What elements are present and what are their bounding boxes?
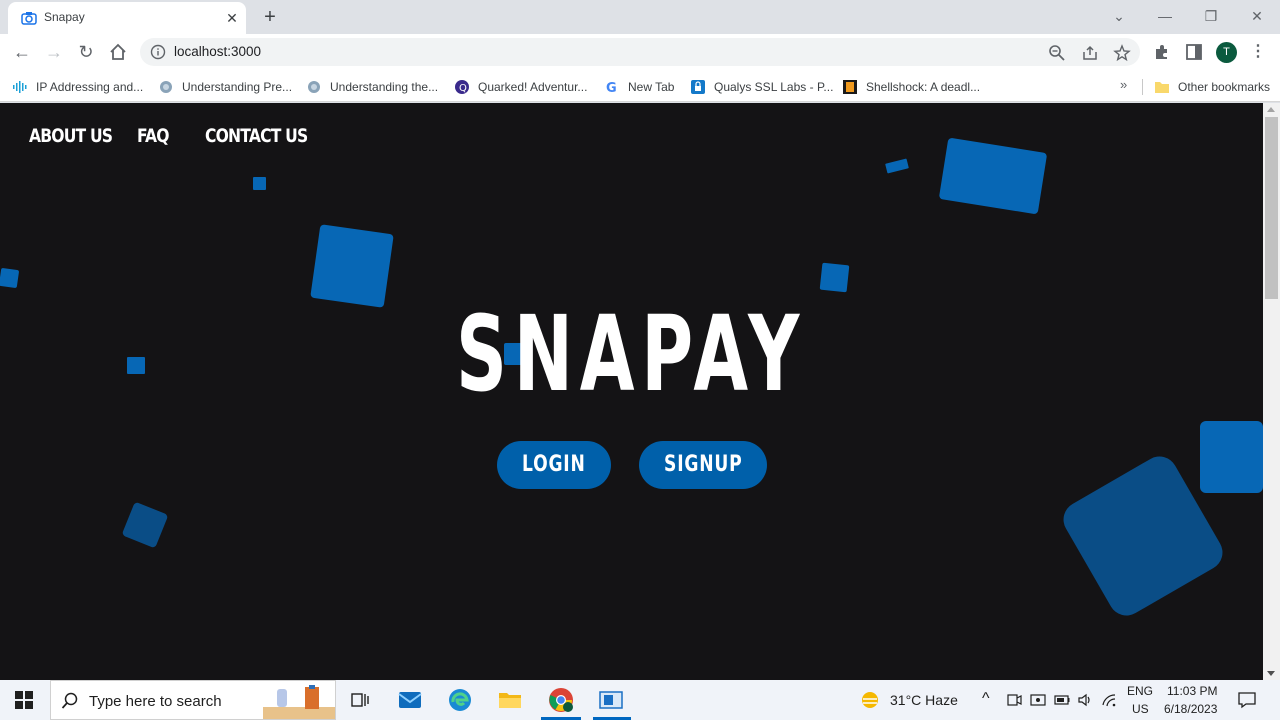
address-bar[interactable]: localhost:3000 — [140, 38, 1140, 66]
notifications-icon[interactable] — [1238, 691, 1256, 709]
minimize-icon[interactable]: — — [1150, 4, 1180, 28]
tab-title: Snapay — [44, 10, 85, 24]
chrome-icon[interactable] — [537, 680, 585, 720]
device-icon[interactable] — [1030, 692, 1046, 708]
nav-contact-us[interactable]: CONTACT US — [205, 125, 308, 147]
bookmark-item[interactable]: Understanding Pre... — [158, 76, 292, 98]
tab-strip: Snapay ✕ + ⌄ — ❐ ✕ — [0, 0, 1280, 34]
nav-about-us[interactable]: ABOUT US — [29, 125, 113, 147]
haze-weather-icon — [862, 692, 878, 708]
bookmark-item[interactable]: G New Tab — [604, 76, 674, 98]
svg-text:G: G — [606, 81, 617, 95]
side-panel-icon[interactable] — [1184, 42, 1204, 62]
scroll-thumb[interactable] — [1265, 117, 1278, 299]
close-tab-icon[interactable]: ✕ — [222, 8, 242, 28]
windows-logo-icon — [15, 691, 33, 709]
battery-icon[interactable] — [1054, 692, 1070, 708]
language-indicator[interactable]: ENG — [1127, 684, 1153, 698]
cisco-icon — [13, 81, 27, 93]
decor-square — [938, 137, 1048, 215]
taskbar-search[interactable]: Type here to search — [50, 680, 336, 720]
nav-faq[interactable]: FAQ — [137, 125, 170, 147]
start-button[interactable] — [0, 680, 48, 720]
page-viewport: ABOUT US FAQ CONTACT US SNAPAY LOGIN SIG… — [0, 103, 1263, 680]
edge-icon[interactable] — [436, 680, 484, 720]
scroll-down-icon[interactable] — [1267, 671, 1275, 676]
search-icon — [61, 692, 78, 709]
meet-icon[interactable] — [1006, 692, 1022, 708]
bookmark-item[interactable]: Qualys SSL Labs - P... — [690, 76, 833, 98]
file-explorer-icon[interactable] — [486, 680, 534, 720]
site-icon — [160, 81, 172, 93]
folder-icon — [1155, 82, 1169, 93]
more-menu-icon[interactable]: ⋮ — [1250, 42, 1266, 62]
signup-label: SIGNUP — [663, 452, 743, 477]
decor-square — [127, 357, 145, 374]
camera-icon — [21, 12, 37, 25]
extensions-icon[interactable] — [1152, 42, 1172, 62]
profile-avatar[interactable]: T — [1216, 42, 1237, 63]
search-highlight-icon — [263, 685, 335, 719]
bookmark-star-icon[interactable] — [1113, 44, 1131, 62]
clock-date[interactable]: 6/18/2023 — [1164, 702, 1217, 716]
bookmark-item[interactable]: Q Quarked! Adventur... — [454, 76, 587, 98]
clock-time[interactable]: 11:03 PM — [1167, 684, 1217, 698]
home-icon[interactable] — [108, 42, 128, 62]
lock-icon — [691, 80, 705, 94]
wifi-icon[interactable] — [1101, 692, 1117, 708]
app-window-icon[interactable] — [587, 680, 635, 720]
decor-square — [310, 224, 394, 308]
forward-icon[interactable]: → — [42, 40, 66, 64]
restore-icon[interactable]: ❐ — [1196, 4, 1226, 28]
page-scrollbar[interactable] — [1263, 103, 1280, 680]
hero-title: SNAPAY — [456, 293, 807, 415]
browser-toolbar: ← → ↻ localhost:3000 T ⋮ — [0, 34, 1280, 71]
url-text: localhost:3000 — [174, 44, 262, 59]
new-tab-icon[interactable]: + — [258, 6, 282, 30]
bookmark-item[interactable]: Understanding the... — [306, 76, 438, 98]
signup-button[interactable]: SIGNUP — [639, 441, 767, 489]
login-label: LOGIN — [522, 452, 586, 477]
other-bookmarks[interactable]: Other bookmarks — [1154, 76, 1270, 98]
decor-square — [1200, 421, 1263, 493]
volume-icon[interactable] — [1077, 692, 1093, 708]
close-window-icon[interactable]: ✕ — [1242, 4, 1272, 28]
windows-taskbar: Type here to search 31°C Haze ^ ENG US 1… — [0, 680, 1280, 720]
info-icon[interactable] — [150, 44, 166, 60]
decor-square — [885, 158, 909, 174]
scroll-up-icon[interactable] — [1267, 107, 1275, 112]
login-button[interactable]: LOGIN — [497, 441, 611, 489]
decor-square — [253, 177, 266, 190]
reload-icon[interactable]: ↻ — [74, 40, 98, 64]
search-placeholder: Type here to search — [89, 693, 222, 710]
share-icon[interactable] — [1081, 44, 1099, 62]
divider — [1142, 79, 1143, 95]
zoom-icon[interactable] — [1048, 44, 1066, 62]
google-icon: G — [606, 81, 617, 95]
task-view-icon[interactable] — [336, 680, 384, 720]
tab-search-icon[interactable]: ⌄ — [1104, 4, 1134, 28]
mail-icon[interactable] — [386, 680, 434, 720]
svg-text:Q: Q — [459, 83, 467, 94]
bookmark-item[interactable]: IP Addressing and... — [12, 76, 143, 98]
decor-square — [121, 501, 169, 549]
quarked-icon: Q — [455, 80, 469, 94]
site-icon — [843, 80, 857, 94]
decor-square — [819, 262, 850, 293]
region-indicator[interactable]: US — [1132, 702, 1149, 716]
decor-square — [0, 267, 20, 289]
more-bookmarks-icon[interactable]: » — [1120, 77, 1127, 92]
weather-text[interactable]: 31°C Haze — [890, 692, 958, 708]
browser-tab[interactable]: Snapay ✕ — [8, 2, 246, 34]
bookmarks-bar: IP Addressing and... Understanding Pre..… — [0, 71, 1280, 102]
show-hidden-icons-icon[interactable]: ^ — [982, 690, 990, 708]
back-icon[interactable]: ← — [10, 40, 34, 64]
bookmark-item[interactable]: Shellshock: A deadl... — [842, 76, 980, 98]
site-icon — [308, 81, 320, 93]
